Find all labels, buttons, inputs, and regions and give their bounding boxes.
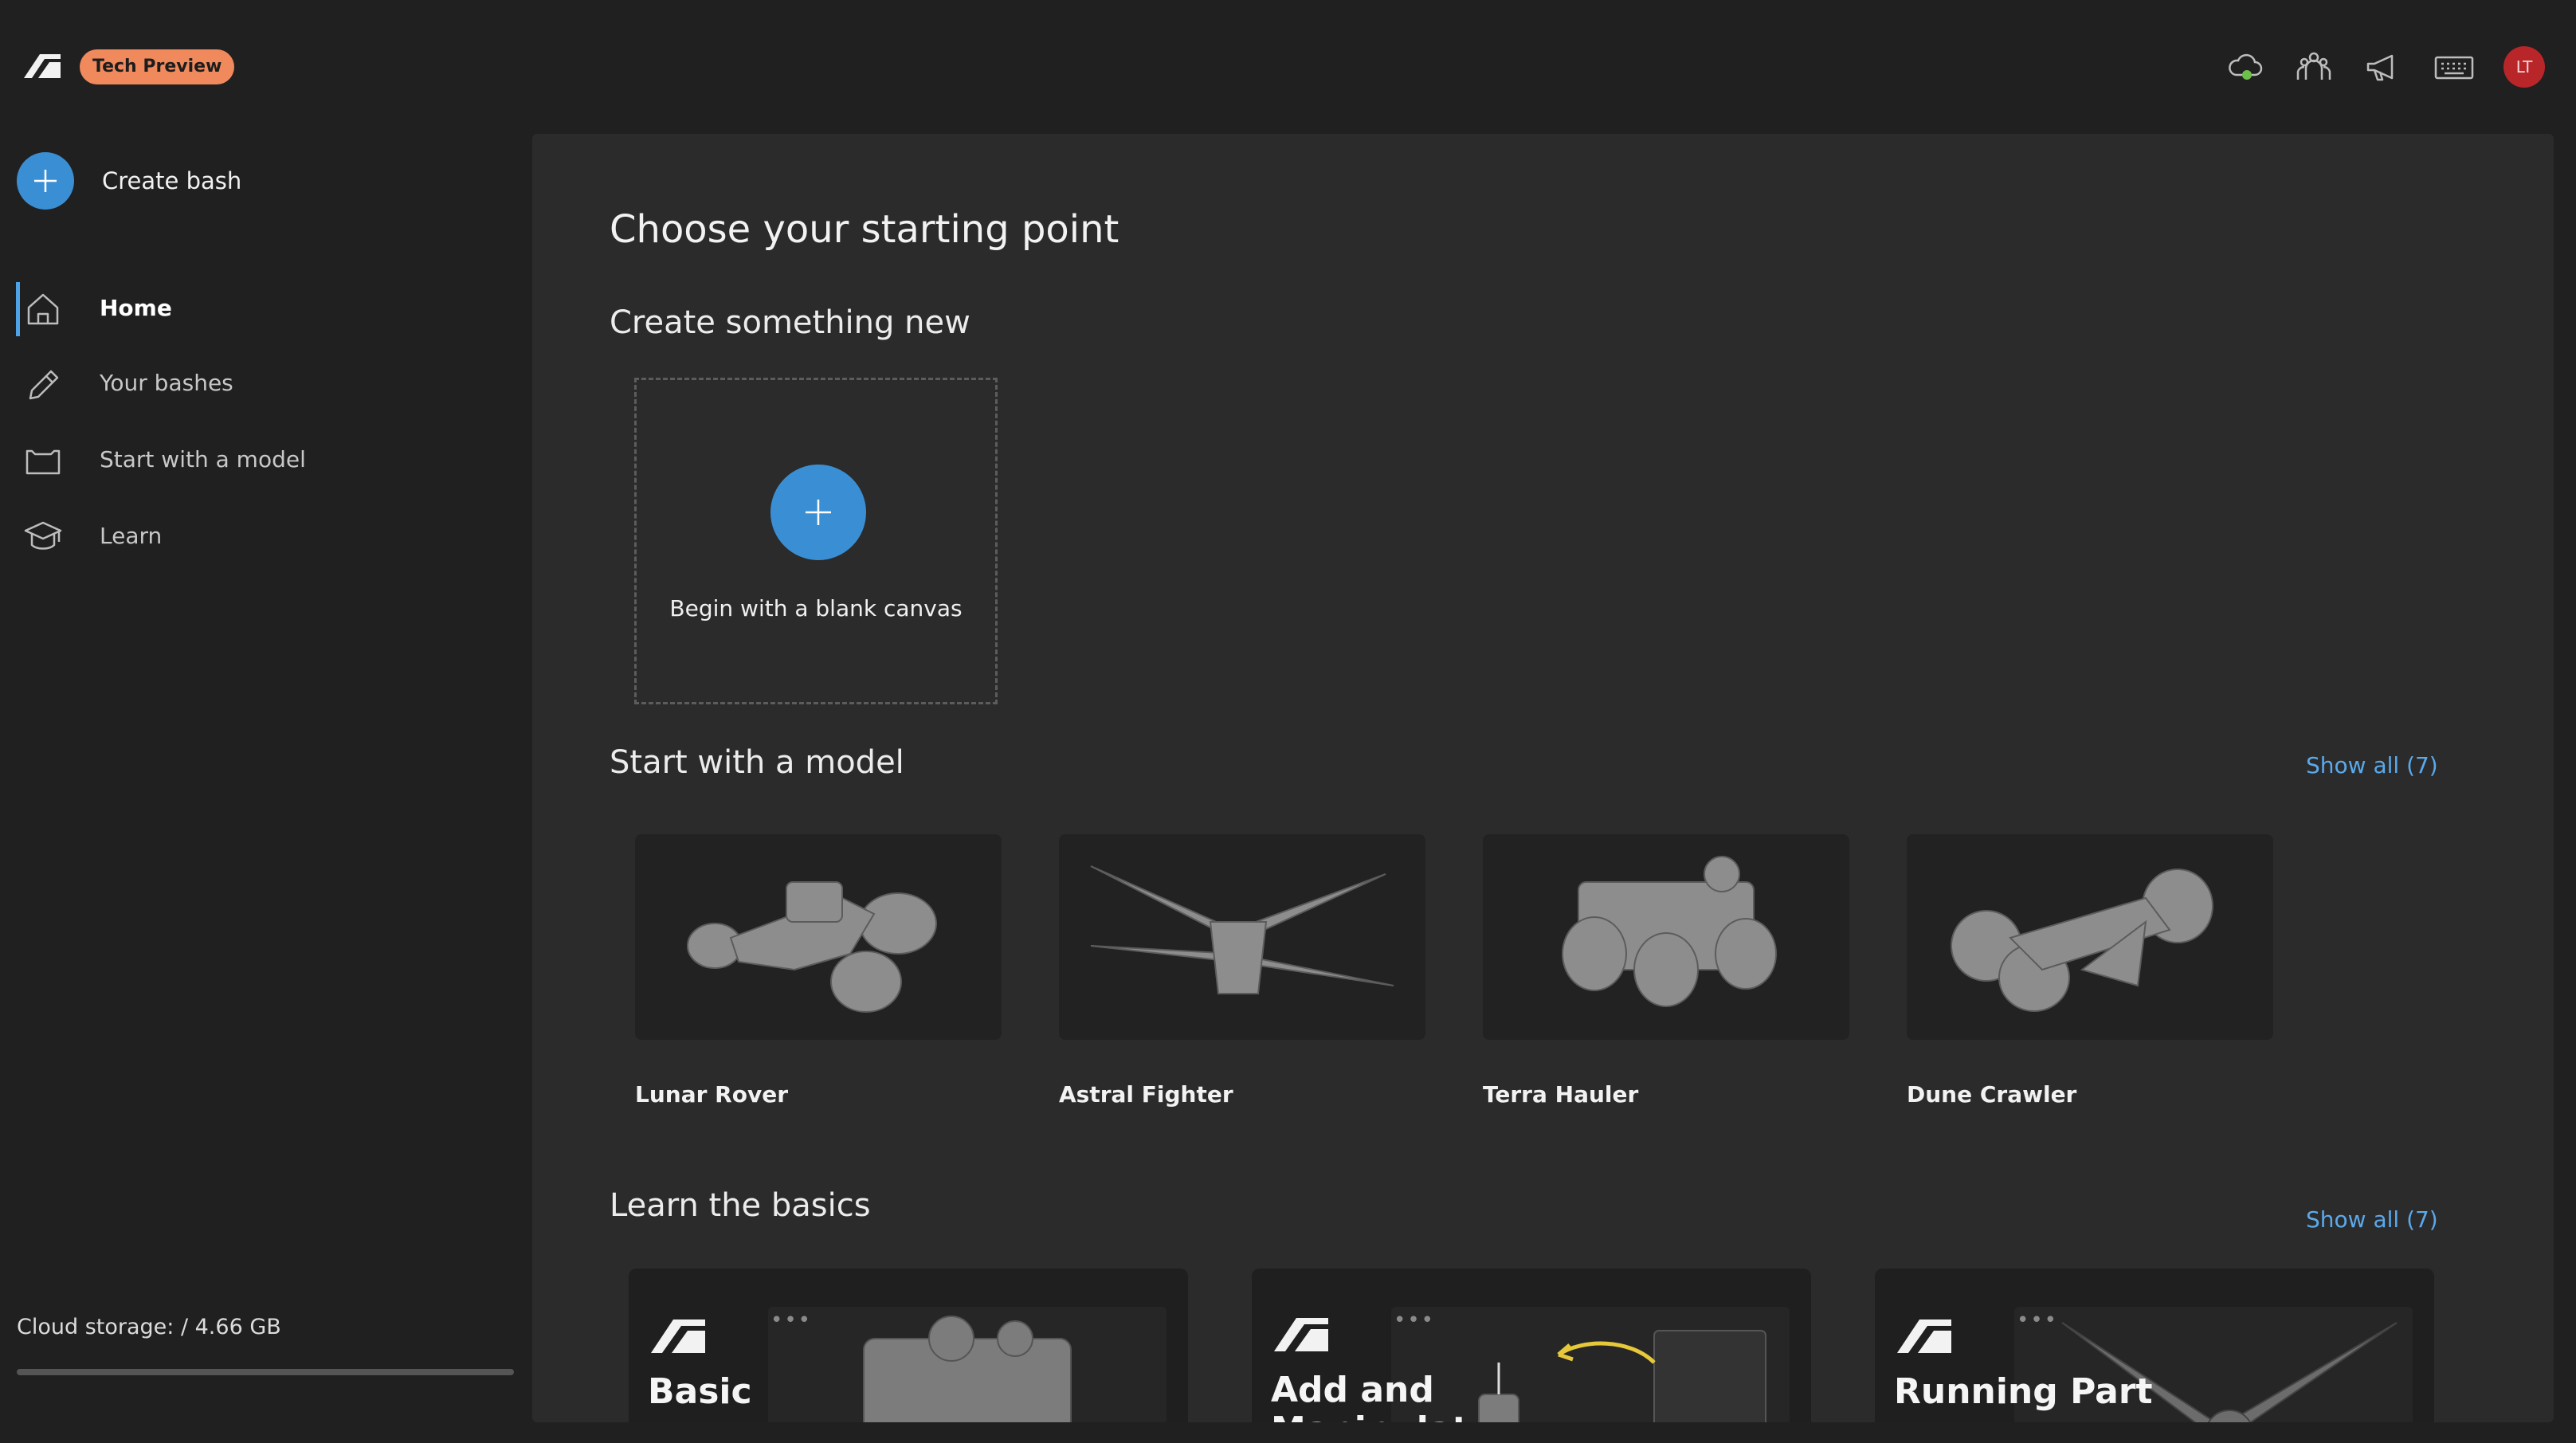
model-name: Dune Crawler (1907, 1081, 2077, 1108)
blank-canvas-plus-button[interactable] (770, 465, 866, 560)
model-thumbnail (635, 834, 1002, 1040)
blank-canvas-label: Begin with a blank canvas (669, 595, 963, 622)
cloud-status-icon[interactable] (2223, 46, 2268, 88)
section-title-create-new: Create something new (610, 304, 970, 341)
sidebar-item-label: Your bashes (100, 370, 233, 396)
plus-icon (34, 170, 57, 192)
model-name: Astral Fighter (1059, 1081, 1233, 1108)
autodesk-logo[interactable] (22, 51, 62, 80)
models-show-all-link[interactable]: Show all (7) (2306, 752, 2438, 778)
sidebar-item-label: Home (100, 295, 172, 321)
sidebar-item-home[interactable]: Home (0, 277, 510, 341)
active-indicator (16, 282, 20, 336)
learn-show-all-link[interactable]: Show all (7) (2306, 1206, 2438, 1233)
learn-card-add-and-manipulate[interactable]: ••• Add and Manipulat (1252, 1269, 1811, 1422)
pencil-icon (24, 367, 62, 402)
model-card-dune-crawler[interactable]: Dune Crawler (1907, 834, 2273, 1108)
graduation-cap-icon (24, 520, 62, 555)
more-options-icon[interactable]: ••• (770, 1308, 812, 1332)
blank-canvas-card[interactable]: Begin with a blank canvas (634, 378, 998, 704)
autodesk-logo (1896, 1315, 1953, 1355)
autodesk-logo (649, 1315, 707, 1355)
tech-preview-badge: Tech Preview (80, 49, 235, 84)
cloud-storage-label: Cloud storage: / 4.66 GB (17, 1315, 281, 1339)
more-options-icon[interactable]: ••• (1394, 1308, 1435, 1332)
sidebar-item-label: Learn (100, 523, 163, 549)
section-title-learn: Learn the basics (610, 1187, 871, 1224)
sidebar-item-your-bashes[interactable]: Your bashes (0, 352, 510, 416)
autodesk-logo (1272, 1313, 1330, 1353)
community-icon[interactable] (2292, 46, 2336, 88)
sidebar-item-start-with-a-model[interactable]: Start with a model (0, 429, 510, 492)
model-box-icon (24, 443, 62, 478)
learn-card-running-part[interactable]: ••• Running Part (1875, 1269, 2434, 1422)
home-icon (24, 292, 62, 327)
announcements-icon[interactable] (2360, 46, 2405, 88)
create-bash-button[interactable] (17, 152, 74, 210)
model-card-lunar-rover[interactable]: Lunar Rover (635, 834, 1002, 1108)
learn-card-title: Running Part (1894, 1371, 2153, 1412)
section-title-models: Start with a model (610, 744, 904, 781)
model-thumbnail (1059, 834, 1425, 1040)
sidebar-item-label: Start with a model (100, 446, 306, 473)
page-title: Choose your starting point (610, 207, 1119, 252)
plus-icon (806, 500, 831, 525)
model-name: Lunar Rover (635, 1081, 789, 1108)
user-avatar[interactable]: LT (2503, 46, 2545, 88)
main-panel: Choose your starting point Create someth… (532, 134, 2554, 1422)
sidebar-item-learn[interactable]: Learn (0, 505, 510, 569)
cloud-storage-bar (17, 1369, 514, 1375)
keyboard-shortcuts-icon[interactable] (2432, 46, 2476, 88)
create-bash-label[interactable]: Create bash (102, 167, 241, 194)
model-thumbnail (1483, 834, 1849, 1040)
learn-card-title: Basic (648, 1371, 752, 1412)
model-name: Terra Hauler (1483, 1081, 1639, 1108)
learn-card-preview (768, 1307, 1166, 1422)
learn-card-title: Add and Manipulat (1271, 1370, 1469, 1423)
model-card-astral-fighter[interactable]: Astral Fighter (1059, 834, 1425, 1108)
more-options-icon[interactable]: ••• (2017, 1308, 2058, 1332)
model-thumbnail (1907, 834, 2273, 1040)
model-card-terra-hauler[interactable]: Terra Hauler (1483, 834, 1849, 1108)
learn-card-basic[interactable]: ••• Basic (629, 1269, 1188, 1422)
